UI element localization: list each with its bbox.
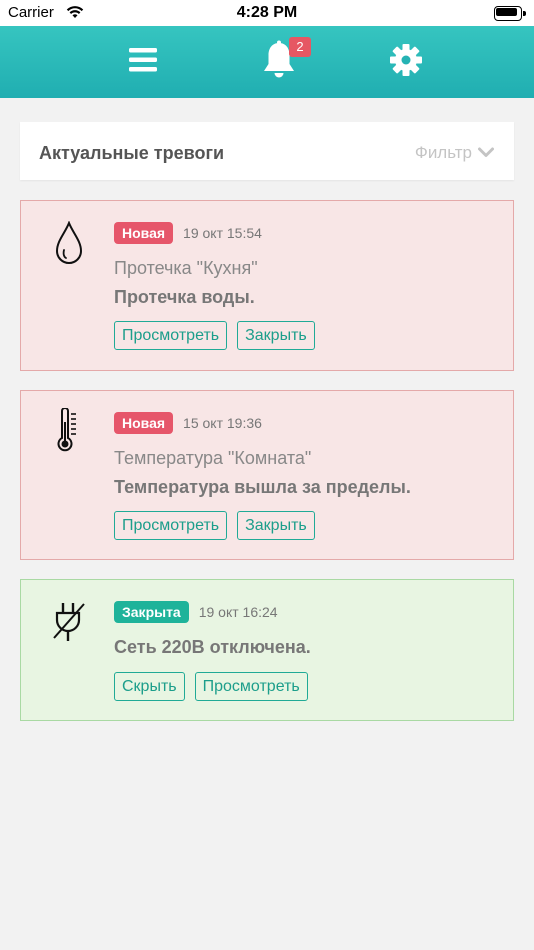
alarm-card[interactable]: Новая 15 окт 19:36 Температура "Комната"…	[20, 390, 514, 560]
view-button[interactable]: Просмотреть	[114, 511, 228, 540]
status-bar: Carrier 4:28 PM	[0, 0, 534, 26]
alarm-actions: Просмотреть Закрыть	[114, 511, 315, 540]
alarm-meta: Закрыта 19 окт 16:24	[114, 601, 278, 623]
filter-dropdown[interactable]: Фильтр	[415, 143, 494, 163]
alarm-title: Температура "Комната"	[114, 448, 312, 468]
alarm-card[interactable]: Закрыта 19 окт 16:24 Сеть 220В отключена…	[20, 579, 514, 721]
top-nav-bar: 2	[0, 26, 534, 98]
status-badge: Новая	[114, 412, 174, 434]
hamburger-menu-icon	[128, 47, 158, 78]
page-title: Актуальные тревоги	[39, 143, 225, 163]
filter-label: Фильтр	[414, 143, 472, 162]
timestamp: 15 окт 19:36	[183, 415, 262, 431]
alarm-description: Протечка воды.	[114, 287, 255, 307]
chevron-down-icon	[478, 143, 494, 163]
alarm-title: Протечка "Кухня"	[114, 258, 258, 278]
alarm-meta: Новая 19 окт 15:54	[114, 222, 262, 244]
thermometer-icon	[49, 407, 89, 455]
hide-button[interactable]: Скрыть	[114, 672, 185, 701]
close-button[interactable]: Закрыть	[237, 321, 315, 350]
battery-icon	[494, 6, 526, 21]
notifications-button[interactable]: 2	[249, 26, 311, 98]
close-button[interactable]: Закрыть	[237, 511, 315, 540]
timestamp: 19 окт 16:24	[198, 604, 278, 620]
settings-button[interactable]	[376, 26, 436, 98]
notification-count-badge: 2	[289, 37, 311, 57]
alarm-description: Температура вышла за пределы.	[114, 477, 411, 497]
alarms-header: Актуальные тревоги Фильтр	[20, 122, 514, 180]
status-badge: Новая	[114, 222, 174, 244]
clock: 4:28 PM	[236, 4, 298, 21]
alarm-card[interactable]: Новая 19 окт 15:54 Протечка "Кухня" Прот…	[20, 200, 514, 371]
view-button[interactable]: Просмотреть	[114, 321, 228, 350]
alarm-actions: Просмотреть Закрыть	[114, 321, 315, 350]
power-plug-off-icon	[49, 598, 89, 646]
alarm-meta: Новая 15 окт 19:36	[114, 412, 262, 434]
timestamp: 19 окт 15:54	[183, 225, 262, 241]
alarm-description: Сеть 220В отключена.	[114, 637, 311, 657]
status-badge: Закрыта	[114, 601, 189, 623]
water-drop-icon	[49, 219, 89, 267]
alarm-actions: Скрыть Просмотреть	[114, 672, 308, 701]
menu-button[interactable]	[113, 26, 173, 98]
gear-icon	[389, 43, 423, 82]
view-button[interactable]: Просмотреть	[194, 672, 308, 701]
